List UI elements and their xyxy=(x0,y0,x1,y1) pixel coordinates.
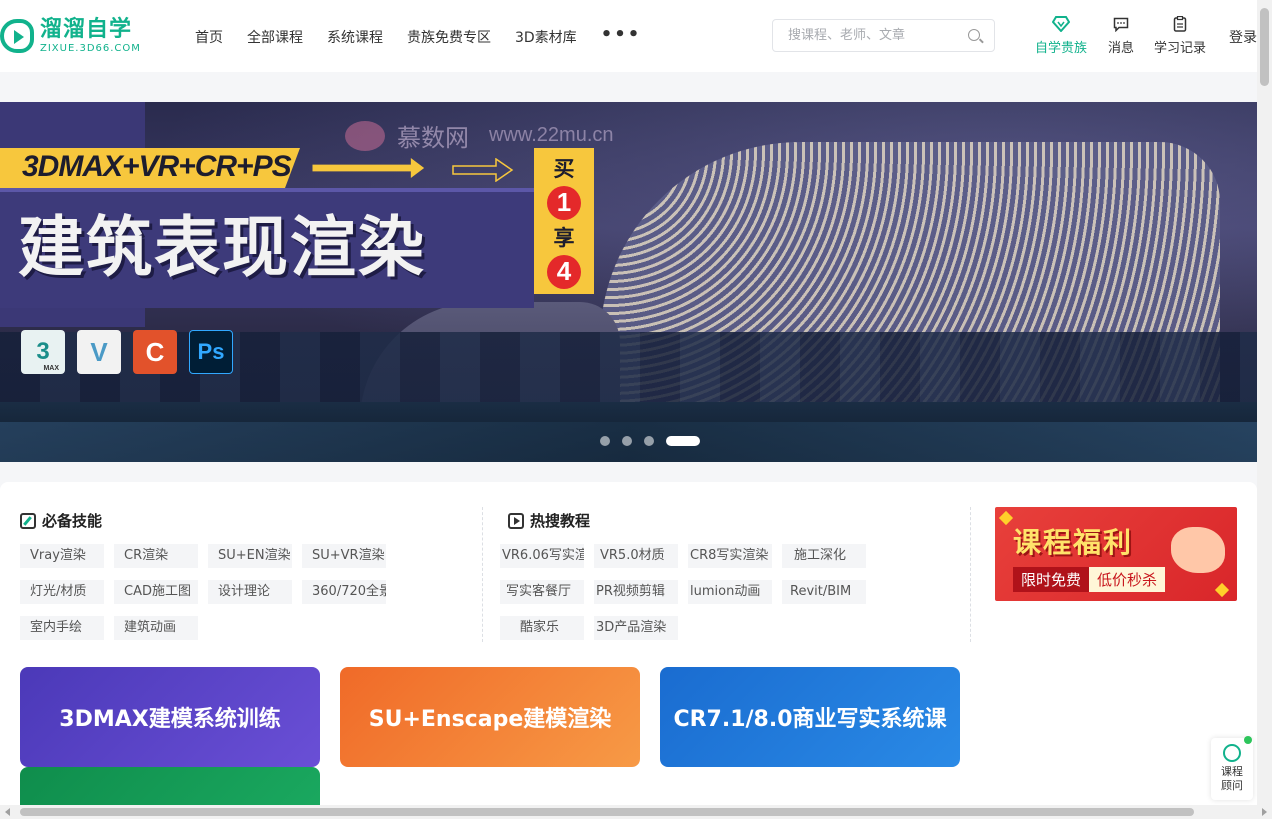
skill-tag[interactable]: SU+VR渲染 xyxy=(302,544,386,568)
content-card: 必备技能 Vray渲染 CR渲染 SU+EN渲染 SU+VR渲染 灯光/材质 C… xyxy=(0,482,1257,819)
more-menu-icon[interactable]: ••• xyxy=(601,26,642,47)
site-logo[interactable]: 溜溜自学 ZIXUE.3D66.COM xyxy=(0,16,141,56)
headset-icon xyxy=(1223,744,1241,762)
skill-tag[interactable]: 室内手绘 xyxy=(20,616,104,640)
carousel-dot-2[interactable] xyxy=(622,436,632,446)
hero-banner[interactable]: 慕数网 www.22mu.cn 3DMAX+VR+CR+PS 建筑表现渲染 买 … xyxy=(0,102,1257,462)
course-title: 3DMAX建模系统训练 xyxy=(59,707,281,732)
watermark-url: www.22mu.cn xyxy=(489,124,614,146)
carousel-dot-1[interactable] xyxy=(600,436,610,446)
clipboard-icon xyxy=(1173,15,1187,33)
search-input[interactable] xyxy=(773,20,953,51)
scroll-left-icon[interactable] xyxy=(5,808,10,816)
course-card-partial[interactable] xyxy=(20,767,320,807)
hot-tag[interactable]: PR视频剪辑 xyxy=(594,580,678,604)
skills-section-title: 必备技能 xyxy=(20,510,102,531)
hot-tags: VR6.06写实渲 VR5.0材质 CR8写实渲染 施工深化 写实客餐厅 PR视… xyxy=(500,544,880,652)
star-icon xyxy=(998,510,1014,526)
vip-label: 自学贵族 xyxy=(1035,41,1088,56)
carousel-dot-4[interactable] xyxy=(666,436,700,446)
logo-domain: ZIXUE.3D66.COM xyxy=(40,42,141,54)
carousel-indicators xyxy=(600,436,712,446)
nav-3d-materials[interactable]: 3D素材库 xyxy=(515,27,577,47)
skill-tag[interactable]: 建筑动画 xyxy=(114,616,198,640)
hot-tag[interactable]: CR8写实渲染 xyxy=(688,544,772,568)
study-record-label: 学习记录 xyxy=(1154,41,1207,56)
course-advisor-button[interactable]: 课程 顾问 xyxy=(1211,736,1253,800)
hot-tag[interactable]: 写实客餐厅 xyxy=(500,580,584,604)
hot-tag[interactable]: VR6.06写实渲 xyxy=(500,544,584,568)
promo-sale-label: 低价秒杀 xyxy=(1089,567,1166,592)
star-icon xyxy=(1214,582,1230,598)
course-card-su-enscape[interactable]: SU+Enscape建模渲染 xyxy=(340,667,640,767)
vray-icon: V xyxy=(77,330,121,374)
play-icon xyxy=(508,512,524,529)
hot-tag[interactable]: 酷家乐 xyxy=(500,616,584,640)
message-icon xyxy=(1113,15,1129,33)
promo-title: 课程福利 xyxy=(1013,526,1134,559)
divider xyxy=(970,507,971,642)
3dsmax-icon: 3 MAX xyxy=(21,330,65,374)
skill-tag[interactable]: CAD施工图 xyxy=(114,580,198,604)
hot-tag[interactable]: 3D产品渲染 xyxy=(594,616,678,640)
search-icon[interactable] xyxy=(968,29,980,41)
promo-free-label: 限时免费 xyxy=(1013,567,1090,592)
watermark-logo xyxy=(345,120,385,151)
vip-link[interactable]: 自学贵族 xyxy=(1035,15,1087,56)
hot-tag[interactable]: lumion动画 xyxy=(688,580,772,604)
watermark-name: 慕数网 xyxy=(397,124,469,152)
skill-tag[interactable]: 360/720全景 xyxy=(302,580,386,604)
online-status-dot xyxy=(1244,736,1252,744)
skills-tags: Vray渲染 CR渲染 SU+EN渲染 SU+VR渲染 灯光/材质 CAD施工图… xyxy=(20,544,420,652)
skill-tag[interactable]: 灯光/材质 xyxy=(20,580,104,604)
course-card-cr[interactable]: CR7.1/8.0商业写实系统课 xyxy=(660,667,960,767)
horizontal-scrollbar[interactable] xyxy=(0,805,1272,819)
corona-icon: C xyxy=(133,330,177,374)
logo-name: 溜溜自学 xyxy=(40,16,133,42)
study-record-link[interactable]: 学习记录 xyxy=(1154,15,1206,56)
divider xyxy=(482,507,483,642)
pointing-hand-icon xyxy=(1171,527,1225,573)
nav-home[interactable]: 首页 xyxy=(195,27,223,47)
buy-one-get-four-badge: 买 1 享 4 xyxy=(534,148,594,294)
course-card-3dmax[interactable]: 3DMAX建模系统训练 xyxy=(20,667,320,767)
banner-title: 建筑表现渲染 xyxy=(18,209,426,286)
logo-play-icon xyxy=(0,19,34,53)
carousel-dot-3[interactable] xyxy=(644,436,654,446)
scroll-right-icon[interactable] xyxy=(1262,808,1267,816)
diamond-icon xyxy=(1052,15,1070,33)
nav-all-courses[interactable]: 全部课程 xyxy=(247,27,303,47)
hot-tag[interactable]: 施工深化 xyxy=(782,544,866,568)
search-box xyxy=(772,19,995,52)
messages-label: 消息 xyxy=(1108,41,1135,56)
nav-system-courses[interactable]: 系统课程 xyxy=(327,27,383,47)
skill-tag[interactable]: SU+EN渲染 xyxy=(208,544,292,568)
photoshop-icon: Ps xyxy=(189,330,233,374)
vertical-scrollbar[interactable] xyxy=(1257,0,1272,805)
course-title: SU+Enscape建模渲染 xyxy=(368,707,612,732)
hot-tag[interactable]: VR5.0材质 xyxy=(594,544,678,568)
main-nav: 首页 全部课程 系统课程 贵族免费专区 3D素材库 ••• xyxy=(195,26,665,47)
messages-link[interactable]: 消息 xyxy=(1108,15,1134,56)
arrow-right-icon xyxy=(312,158,425,178)
banner-software-tag: 3DMAX+VR+CR+PS xyxy=(22,150,292,183)
nav-vip-free[interactable]: 贵族免费专区 xyxy=(407,27,491,47)
vertical-scroll-thumb[interactable] xyxy=(1260,8,1269,86)
skill-tag[interactable]: CR渲染 xyxy=(114,544,198,568)
skill-tag[interactable]: Vray渲染 xyxy=(20,544,104,568)
top-header: 溜溜自学 ZIXUE.3D66.COM 首页 全部课程 系统课程 贵族免费专区 … xyxy=(0,0,1257,72)
login-button[interactable]: 登录 xyxy=(1229,27,1257,47)
arrow-outline-icon xyxy=(452,158,514,182)
horizontal-scroll-thumb[interactable] xyxy=(20,808,1194,816)
course-welfare-ad[interactable]: 课程福利 限时免费 低价秒杀 xyxy=(995,507,1237,601)
course-title: CR7.1/8.0商业写实系统课 xyxy=(673,707,947,732)
edit-icon xyxy=(20,512,36,529)
skill-tag[interactable]: 设计理论 xyxy=(208,580,292,604)
hot-tag[interactable]: Revit/BIM xyxy=(782,580,866,604)
hot-section-title: 热搜教程 xyxy=(508,510,590,531)
